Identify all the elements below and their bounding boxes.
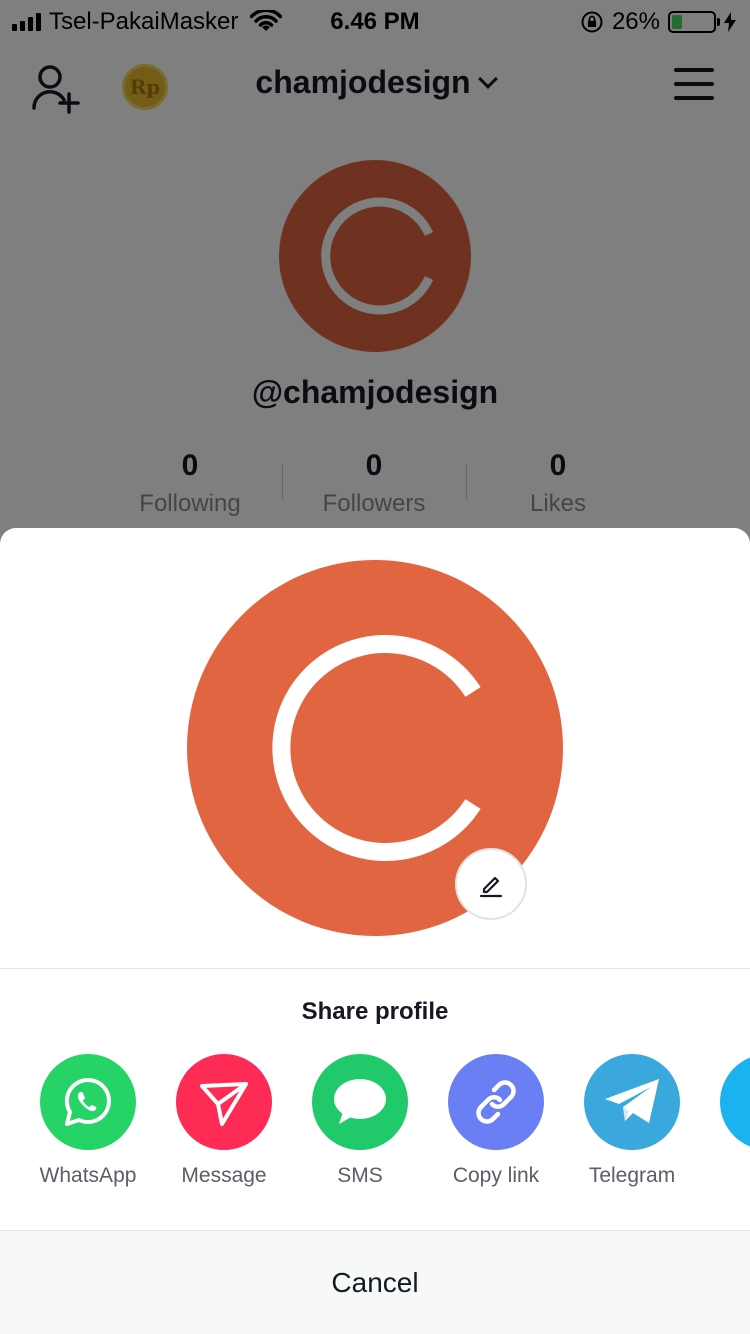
share-options-row[interactable]: WhatsApp Message SMS Copy link Telegram — [0, 1054, 750, 1194]
share-profile-sheet: Share profile WhatsApp Message SMS Copy … — [0, 528, 750, 1334]
share-icon — [720, 1054, 750, 1150]
share-option-message[interactable]: Message — [156, 1054, 292, 1188]
share-option-label: Message — [181, 1164, 267, 1187]
chat-bubble-icon — [312, 1054, 408, 1150]
share-option-partial[interactable]: E — [700, 1054, 750, 1188]
cancel-label: Cancel — [331, 1266, 419, 1298]
send-icon — [176, 1054, 272, 1150]
cancel-button[interactable]: Cancel — [0, 1230, 750, 1334]
divider — [0, 968, 750, 969]
telegram-icon — [584, 1054, 680, 1150]
whatsapp-icon — [40, 1054, 136, 1150]
share-option-label: Telegram — [588, 1164, 676, 1187]
share-profile-title: Share profile — [301, 998, 449, 1025]
share-option-whatsapp[interactable]: WhatsApp — [20, 1054, 156, 1188]
edit-avatar-button[interactable] — [455, 848, 527, 920]
share-option-label: E — [700, 1164, 750, 1188]
pencil-icon — [479, 876, 503, 898]
share-option-sms[interactable]: SMS — [292, 1054, 428, 1188]
share-option-telegram[interactable]: Telegram — [564, 1054, 700, 1188]
share-option-label: WhatsApp — [39, 1164, 137, 1187]
share-option-label: Copy link — [452, 1164, 540, 1187]
link-icon — [448, 1054, 544, 1150]
share-option-label: SMS — [337, 1164, 383, 1187]
share-option-copy-link[interactable]: Copy link — [428, 1054, 564, 1188]
